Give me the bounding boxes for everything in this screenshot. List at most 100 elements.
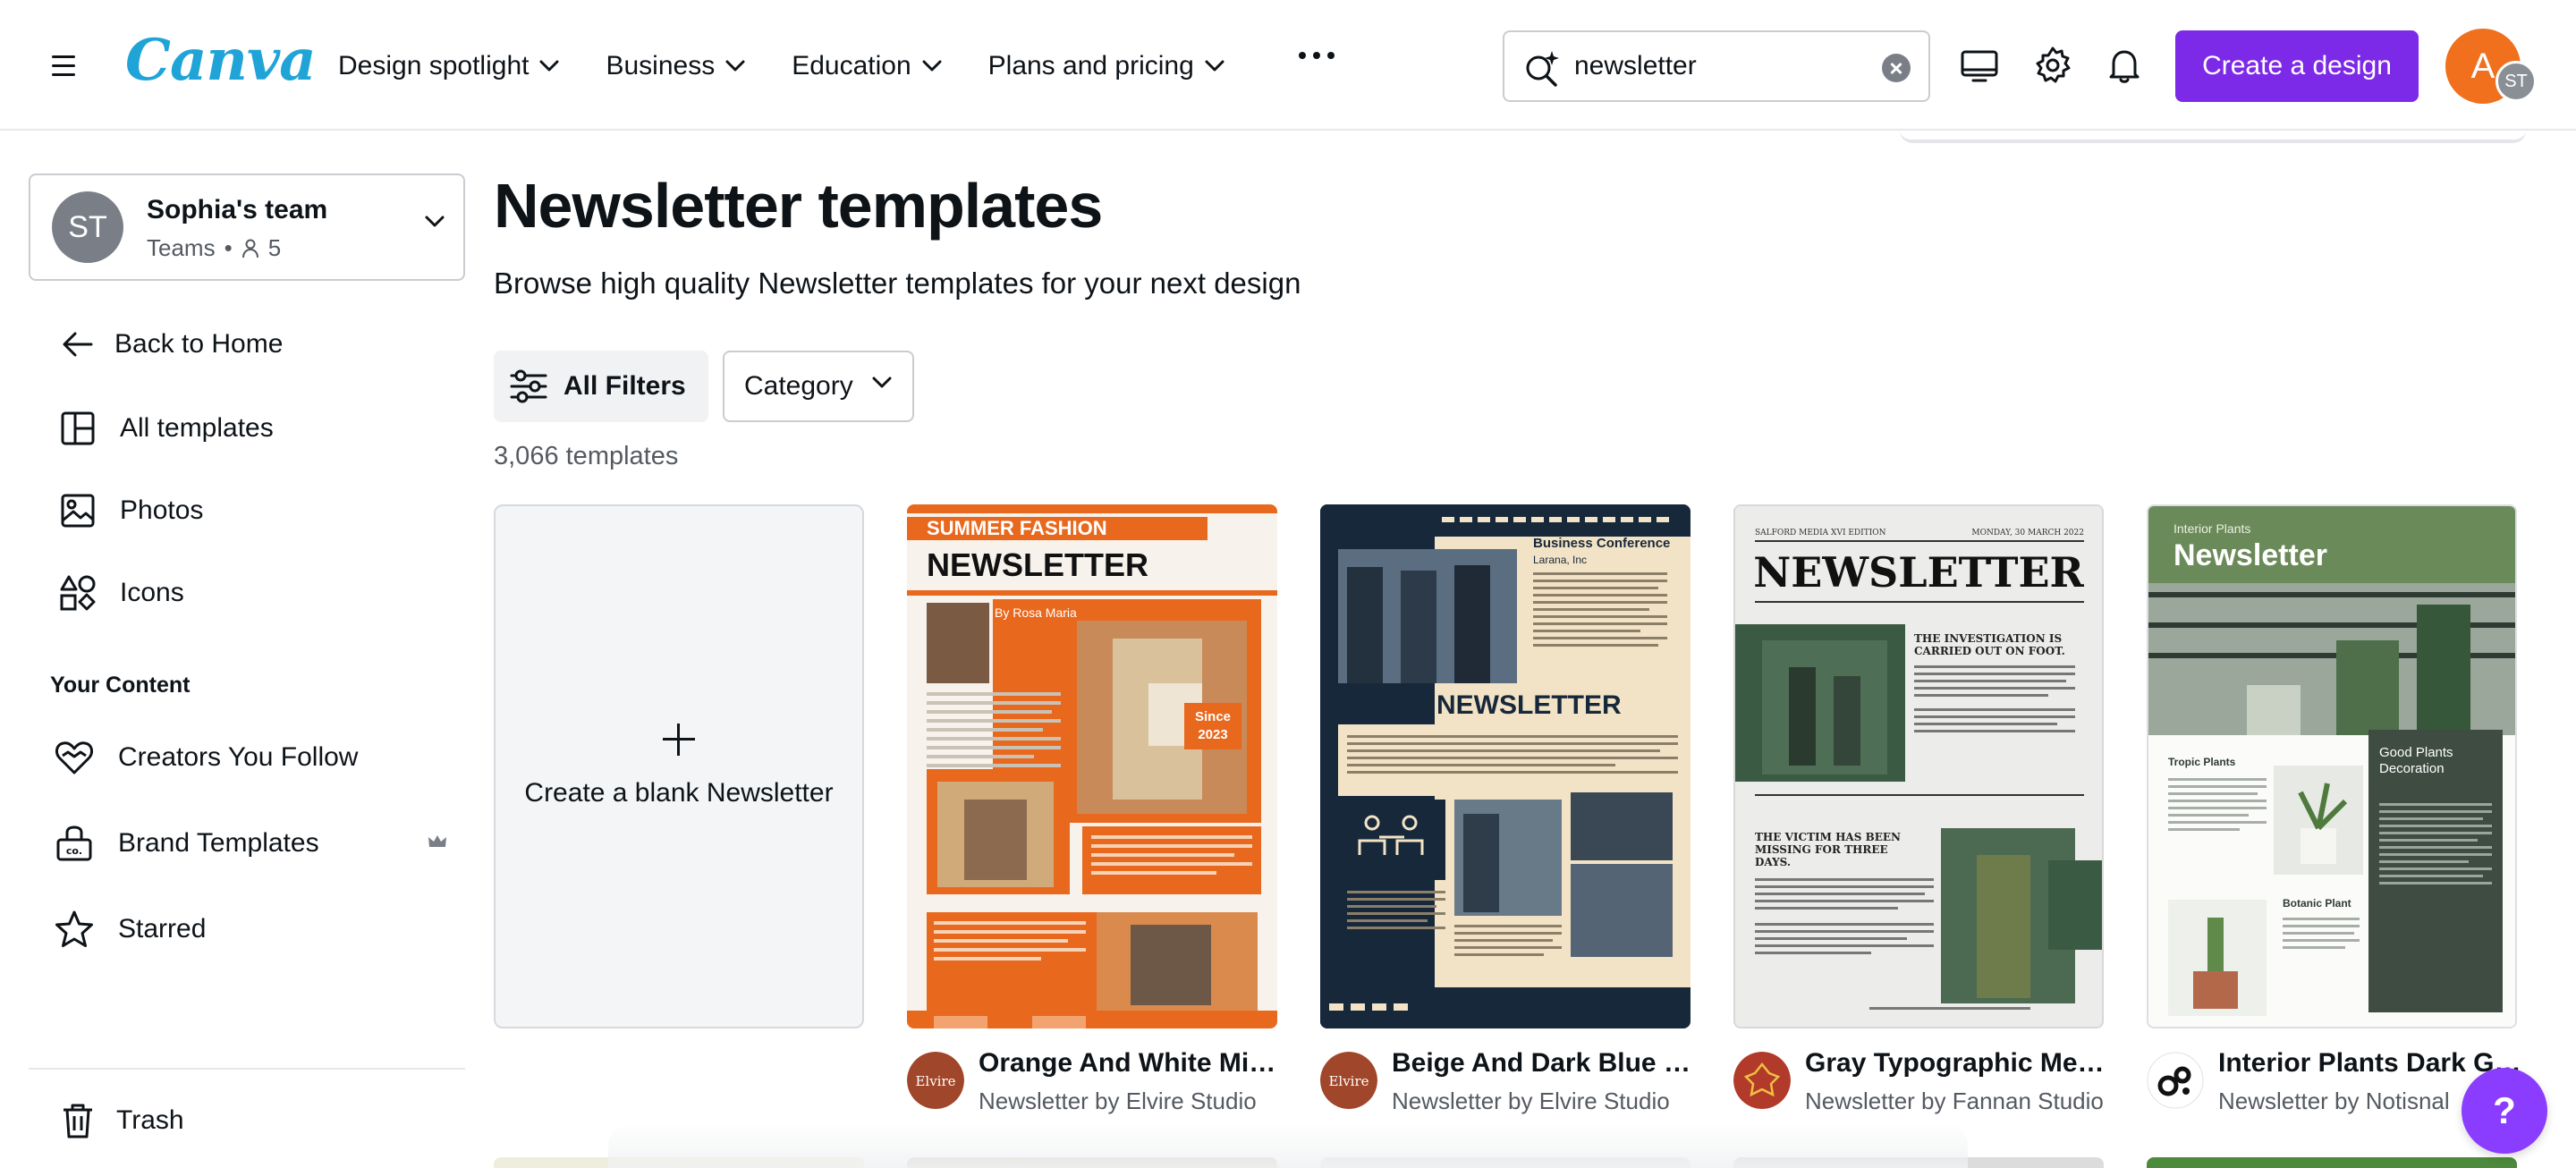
svg-text:DAYS.: DAYS. bbox=[1755, 856, 1791, 868]
category-label: Category bbox=[744, 371, 853, 401]
svg-text:Botanic Plant: Botanic Plant bbox=[2283, 897, 2351, 910]
template-info-gray[interactable]: Gray Typographic Media Newsletter Newsle… bbox=[1733, 1048, 2118, 1120]
page-subtitle: Browse high quality Newsletter templates… bbox=[494, 267, 1301, 300]
notification-bell-icon[interactable] bbox=[2104, 45, 2145, 86]
team-switcher[interactable]: ST Sophia's team Teams • 5 bbox=[29, 174, 465, 281]
template-title[interactable]: Gray Typographic Media Newsletter bbox=[1805, 1048, 2114, 1079]
top-bar: Canva Design spotlight Business Educatio… bbox=[0, 0, 2576, 131]
dropdown-shadow bbox=[1900, 131, 2526, 143]
plus-icon bbox=[663, 724, 695, 756]
template-byline[interactable]: Newsletter by Fannan Studio bbox=[1805, 1088, 2114, 1115]
create-blank-newsletter-card[interactable]: Create a blank Newsletter bbox=[494, 504, 864, 1028]
sidebar-item-brand-templates[interactable]: co. Brand Templates bbox=[54, 823, 319, 864]
chevron-down-icon bbox=[922, 60, 942, 72]
sidebar-item-label: Icons bbox=[120, 578, 184, 607]
nav-design-spotlight[interactable]: Design spotlight bbox=[338, 45, 559, 88]
svg-text:2023: 2023 bbox=[1198, 727, 1227, 742]
search-box[interactable] bbox=[1503, 30, 1930, 102]
main-nav: Design spotlight Business Education Plan… bbox=[338, 45, 1271, 88]
chevron-down-icon bbox=[425, 216, 445, 227]
creator-logo: Elvire bbox=[907, 1052, 964, 1109]
chevron-down-icon bbox=[539, 60, 559, 72]
beige-blue-newsletter-preview: Business Conference Larana, Inc NEWSLETT… bbox=[1320, 504, 1690, 1028]
svg-text:CARRIED OUT ON FOOT.: CARRIED OUT ON FOOT. bbox=[1914, 645, 2065, 657]
team-avatar: ST bbox=[52, 191, 123, 263]
team-meta: Teams • 5 bbox=[147, 234, 281, 262]
sidebar-item-label: Starred bbox=[118, 914, 207, 944]
clear-search-icon[interactable] bbox=[1882, 54, 1911, 82]
nav-plans-pricing[interactable]: Plans and pricing bbox=[988, 45, 1224, 88]
nav-label: Business bbox=[606, 51, 716, 80]
sidebar-item-all-templates[interactable]: All templates bbox=[57, 408, 274, 449]
creator-logo bbox=[2147, 1052, 2204, 1109]
scroll-fade bbox=[608, 1123, 1968, 1168]
all-filters-button[interactable]: All Filters bbox=[494, 351, 708, 422]
arrow-left-icon bbox=[57, 324, 98, 365]
orange-newsletter-preview: SUMMER FASHION NEWSLETTER By Rosa Maria … bbox=[907, 504, 1277, 1028]
svg-text:THE INVESTIGATION IS: THE INVESTIGATION IS bbox=[1914, 632, 2062, 645]
all-filters-label: All Filters bbox=[564, 371, 686, 401]
thumb-edition: SALFORD MEDIA XVI EDITION bbox=[1755, 529, 1886, 537]
svg-text:MISSING FOR THREE: MISSING FOR THREE bbox=[1755, 843, 1888, 856]
svg-text:Since: Since bbox=[1195, 709, 1231, 724]
canva-logo[interactable]: Canva bbox=[125, 27, 317, 94]
template-thumbnail[interactable]: Business Conference Larana, Inc NEWSLETT… bbox=[1320, 504, 1690, 1028]
sidebar-divider bbox=[29, 1068, 465, 1070]
sidebar-item-back-home[interactable]: Back to Home bbox=[57, 324, 283, 365]
template-title[interactable]: Beige And Dark Blue Modern Business News… bbox=[1392, 1048, 1701, 1079]
layout-icon bbox=[57, 408, 98, 449]
heart-follow-icon bbox=[54, 737, 95, 778]
template-info-beige[interactable]: Elvire Beige And Dark Blue Modern Busine… bbox=[1320, 1048, 1705, 1120]
star-icon bbox=[54, 909, 95, 950]
team-avatar-badge: ST bbox=[2496, 61, 2537, 102]
sidebar-item-photos[interactable]: Photos bbox=[57, 490, 203, 531]
magic-search-icon bbox=[1526, 51, 1559, 87]
team-type: Teams bbox=[147, 234, 216, 261]
template-title[interactable]: Orange And White Minimalist Fashion News… bbox=[979, 1048, 1288, 1079]
creator-logo bbox=[1733, 1052, 1791, 1109]
next-row-card[interactable] bbox=[2147, 1157, 2517, 1168]
thumb-date: MONDAY, 30 MARCH 2022 bbox=[1971, 529, 2084, 537]
sidebar-item-label: Brand Templates bbox=[118, 828, 319, 858]
template-byline[interactable]: Newsletter by Elvire Studio bbox=[1392, 1088, 1701, 1115]
settings-gear-icon[interactable] bbox=[2032, 45, 2073, 86]
template-thumbnail[interactable]: Interior Plants Newsletter Good Plants D… bbox=[2147, 504, 2517, 1028]
thumb-kicker: Interior Plants bbox=[2174, 521, 2250, 536]
shapes-icon bbox=[57, 572, 98, 614]
template-thumbnail[interactable]: SUMMER FASHION NEWSLETTER By Rosa Maria … bbox=[907, 504, 1277, 1028]
chevron-down-icon bbox=[1205, 60, 1224, 72]
brand-icon: co. bbox=[54, 823, 95, 864]
thumb-kicker: SUMMER FASHION bbox=[927, 517, 1107, 539]
template-thumbnail[interactable]: SALFORD MEDIA XVI EDITION MONDAY, 30 MAR… bbox=[1733, 504, 2104, 1028]
svg-text:Decoration: Decoration bbox=[2379, 761, 2445, 776]
search-input[interactable] bbox=[1574, 45, 1860, 88]
team-name: Sophia's team bbox=[147, 195, 328, 224]
nav-education[interactable]: Education bbox=[792, 45, 942, 88]
svg-text:THE VICTIM HAS BEEN: THE VICTIM HAS BEEN bbox=[1755, 831, 1901, 843]
thumb-headline: NEWSLETTER bbox=[1753, 548, 2084, 597]
more-icon[interactable] bbox=[1299, 52, 1335, 59]
creator-logo-text: Elvire bbox=[1328, 1073, 1368, 1089]
nav-business[interactable]: Business bbox=[606, 45, 745, 88]
sidebar-item-label: Creators You Follow bbox=[118, 742, 359, 772]
create-design-button[interactable]: Create a design bbox=[2175, 30, 2419, 102]
category-dropdown[interactable]: Category bbox=[723, 351, 914, 422]
sidebar-item-trash[interactable]: Trash bbox=[57, 1100, 184, 1141]
trash-icon bbox=[57, 1100, 98, 1141]
member-icon bbox=[242, 239, 258, 258]
sidebar-item-starred[interactable]: Starred bbox=[54, 909, 206, 950]
menu-icon[interactable] bbox=[45, 48, 82, 84]
sidebar-item-label: Back to Home bbox=[114, 329, 284, 359]
svg-text:co.: co. bbox=[66, 845, 82, 857]
chevron-down-icon bbox=[872, 377, 892, 388]
thumb-headline: NEWSLETTER bbox=[1436, 690, 1622, 720]
sidebar-item-icons[interactable]: Icons bbox=[57, 572, 184, 614]
sidebar-item-label: All templates bbox=[120, 413, 274, 443]
filter-sliders-icon bbox=[510, 369, 547, 403]
template-info-orange[interactable]: Elvire Orange And White Minimalist Fashi… bbox=[907, 1048, 1292, 1120]
template-byline[interactable]: Newsletter by Elvire Studio bbox=[979, 1088, 1288, 1115]
sidebar-item-creators-follow[interactable]: Creators You Follow bbox=[54, 737, 358, 778]
gray-typographic-newsletter-preview: SALFORD MEDIA XVI EDITION MONDAY, 30 MAR… bbox=[1735, 506, 2102, 1027]
desktop-app-icon[interactable] bbox=[1959, 45, 2000, 86]
help-button[interactable]: ? bbox=[2462, 1068, 2547, 1154]
